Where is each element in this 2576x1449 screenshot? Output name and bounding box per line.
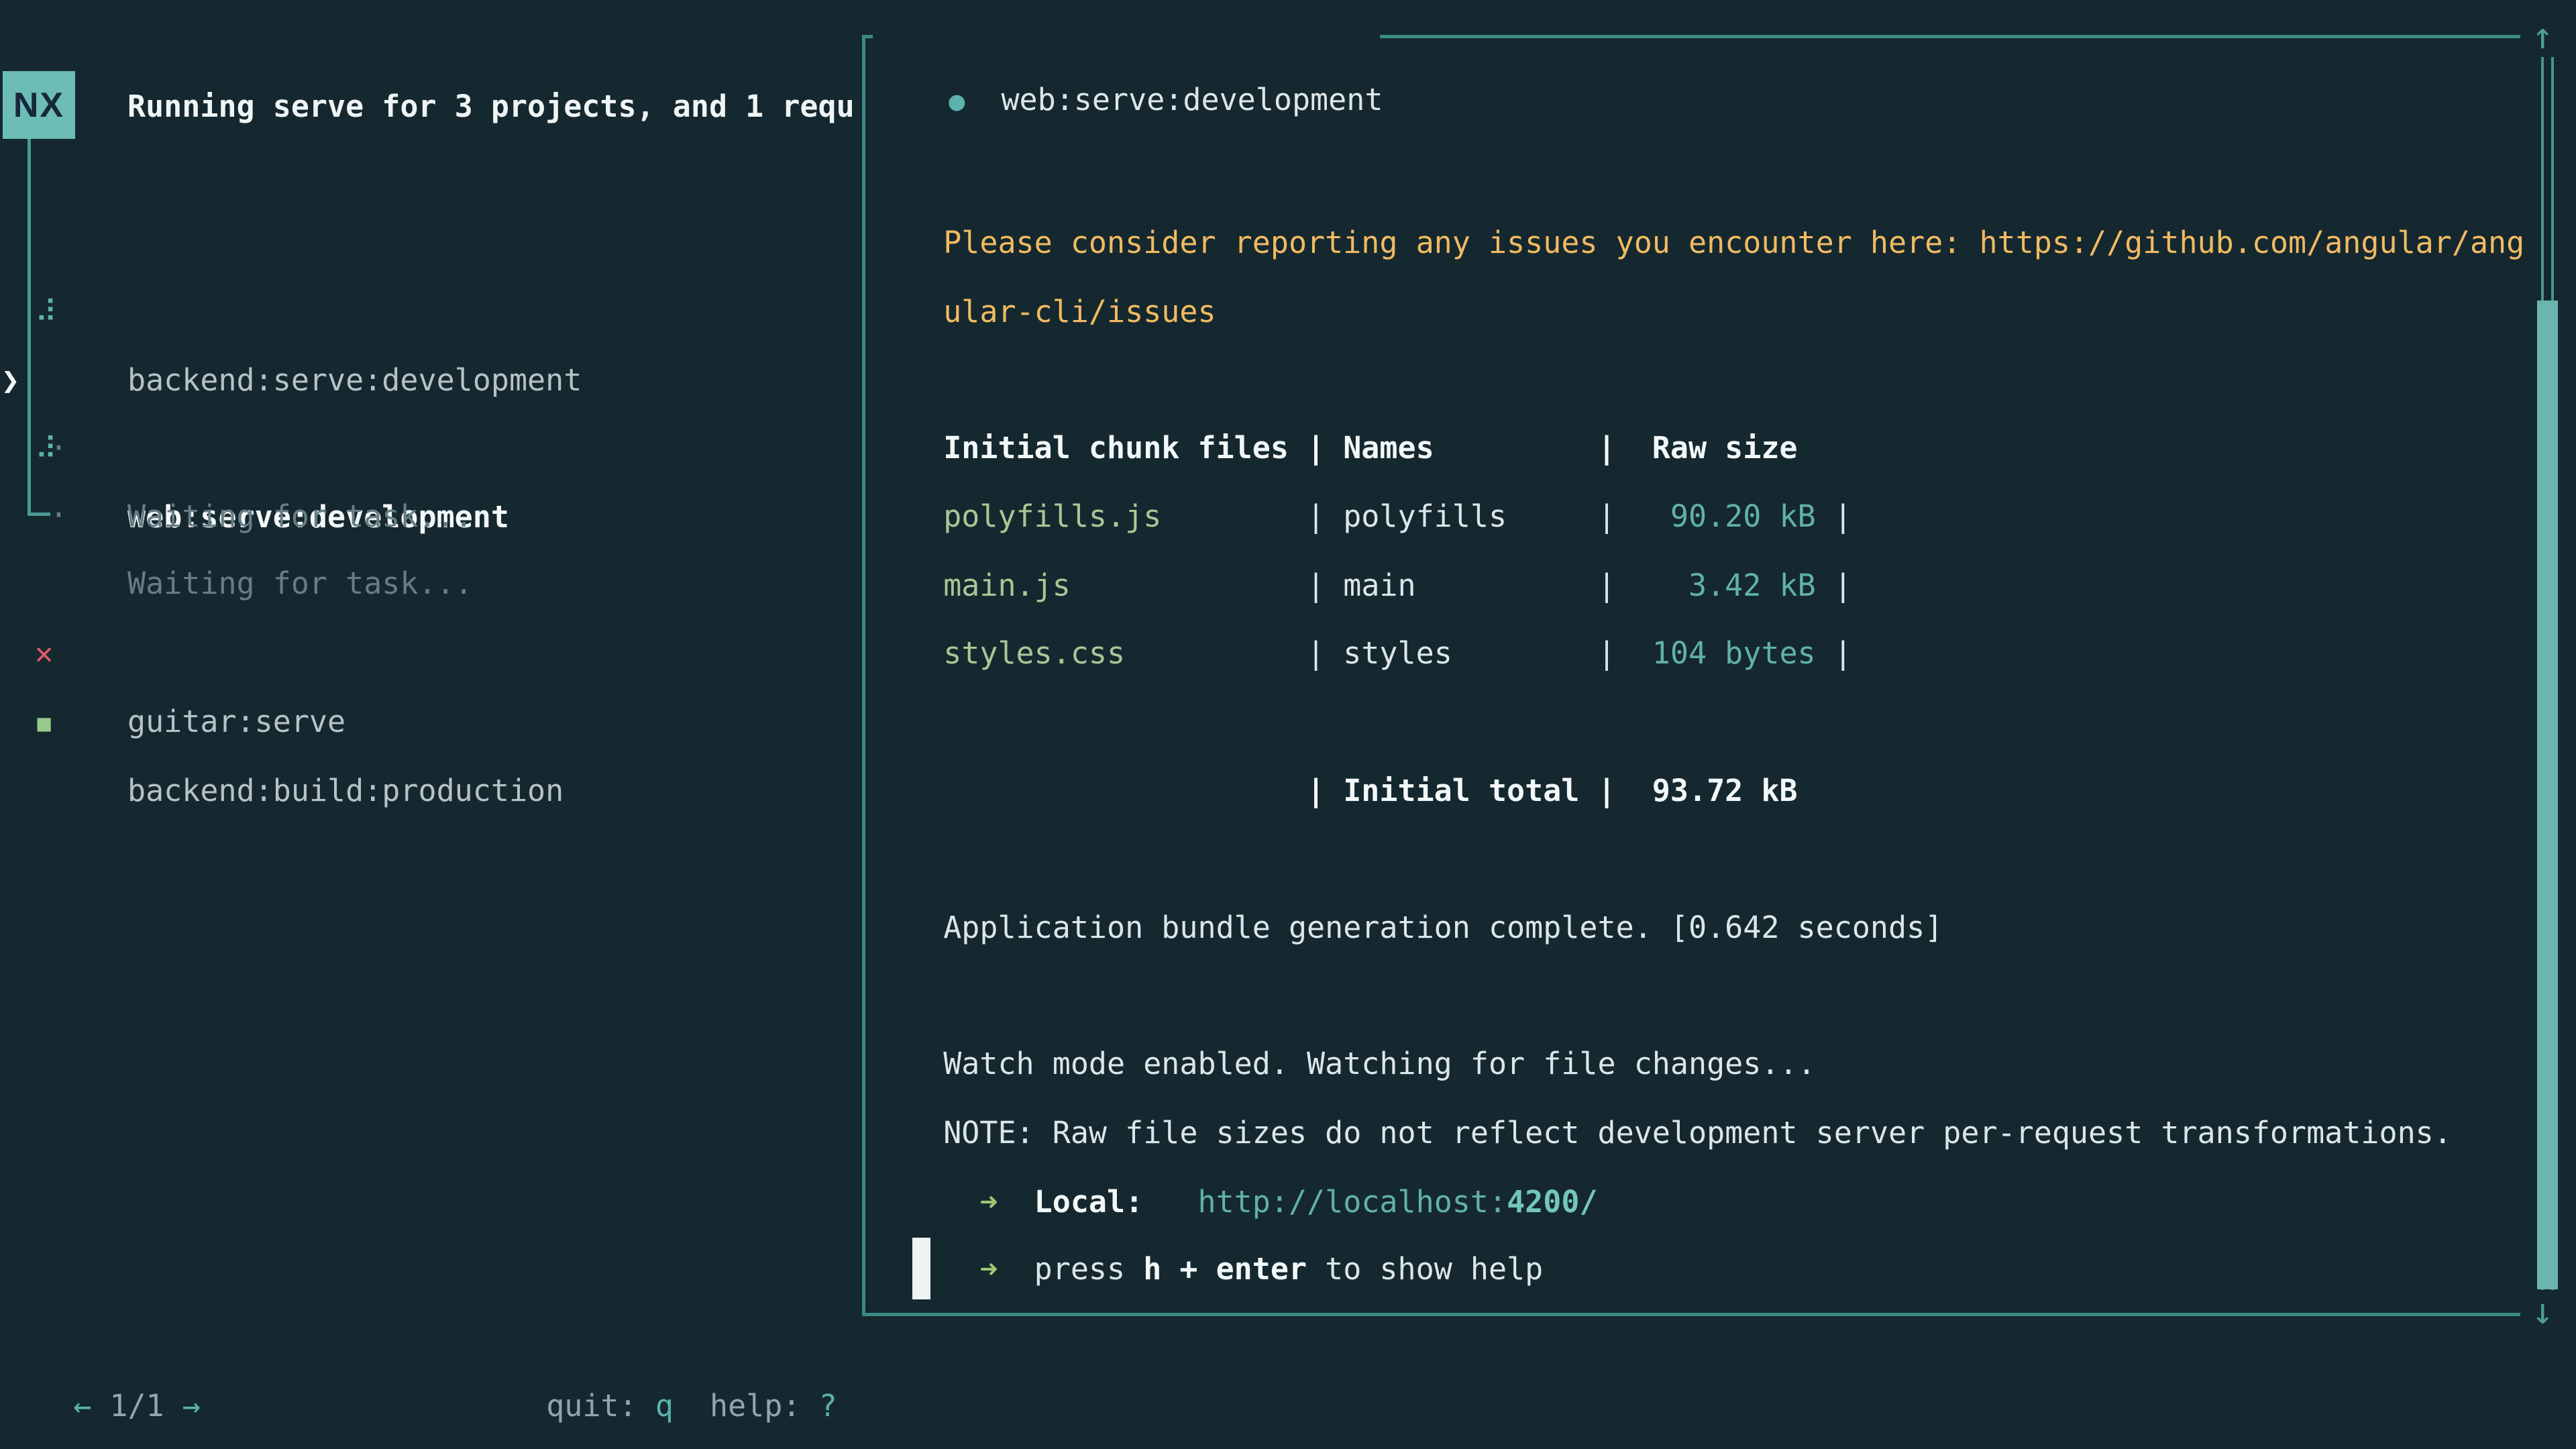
press-text: press xyxy=(1034,1251,1144,1287)
spinner-icon: ⠼ xyxy=(35,278,57,346)
terminal-line-issues-url-2: ular-cli/issues xyxy=(907,209,1216,346)
panel-title: web:serve:development xyxy=(1001,82,1383,117)
page-count: 1/1 xyxy=(109,1388,164,1424)
task-label: Waiting for task... xyxy=(127,549,473,618)
terminal-line-bundle-complete: Application bundle generation complete. … xyxy=(907,825,1943,962)
key-combo-text: h + enter xyxy=(1143,1251,1307,1287)
page-prev-arrow[interactable]: ← xyxy=(73,1388,91,1424)
pagination: ← 1/1 → xyxy=(37,1303,201,1440)
waiting-dot-icon: · xyxy=(50,414,68,482)
line-text: ular-cli/issues xyxy=(943,294,1216,329)
success-square-icon: ▪ xyxy=(34,688,54,757)
page-next-arrow[interactable]: → xyxy=(182,1388,201,1424)
help-hint-label: help: xyxy=(674,1388,819,1424)
chunk-file-name: styles.css xyxy=(943,635,1125,671)
panel-border-bottom xyxy=(862,1313,2520,1316)
spacer xyxy=(998,1251,1034,1287)
running-bullet-icon: ● xyxy=(949,86,965,117)
terminal-line-table-row-styles: styles.css | styles | 104 bytes | xyxy=(907,551,1852,688)
line-text: Application bundle generation complete. … xyxy=(943,910,1943,945)
terminal-cursor xyxy=(912,1238,930,1299)
spacer xyxy=(965,82,1001,117)
chunk-raw-size: 104 bytes xyxy=(1634,635,1816,671)
page-indicator xyxy=(91,1388,109,1424)
arrow-right-icon: ➜ xyxy=(979,1251,998,1287)
initial-total-text: | Initial total | 93.72 kB xyxy=(943,773,1797,808)
task-row-backend-build[interactable]: ▪ backend:build:production xyxy=(0,620,36,825)
table-separator: | styles | xyxy=(1125,635,1634,671)
nx-logo: NX xyxy=(3,71,75,139)
waiting-dot-icon: · xyxy=(50,481,68,549)
terminal-line-initial-total: | Initial total | 93.72 kB xyxy=(907,688,1798,825)
quit-hint-key: q xyxy=(655,1388,674,1424)
scrollbar-thumb[interactable] xyxy=(2537,301,2558,1289)
terminal-line-help-hint: ➜ press h + enter to show help xyxy=(907,1167,1543,1303)
panel-border-top xyxy=(1380,35,2520,38)
task-label: backend:build:production xyxy=(127,757,564,825)
scroll-down-arrow[interactable]: ↓ xyxy=(2532,1291,2554,1332)
sidebar-title: Running serve for 3 projects, and 1 requ xyxy=(127,72,859,141)
help-suffix-text: to show help xyxy=(1307,1251,1543,1287)
panel-title-bar: ● web:serve:development xyxy=(912,5,1383,133)
spacer xyxy=(943,1251,979,1287)
task-label: backend:serve:development xyxy=(127,346,582,415)
failed-cross-icon: ✕ xyxy=(35,619,53,688)
scroll-up-arrow[interactable]: ↑ xyxy=(2532,16,2554,56)
table-separator: | xyxy=(1816,635,1852,671)
help-hint-key: ? xyxy=(819,1388,837,1424)
panel-border-left xyxy=(862,35,865,1316)
task-label: guitar:serve xyxy=(127,688,345,756)
quit-hint-label: quit: xyxy=(546,1388,655,1424)
spacer xyxy=(164,1388,182,1424)
task-label: Waiting for task... xyxy=(127,482,473,551)
shortcut-hints: quit: q help: ? xyxy=(510,1303,837,1440)
